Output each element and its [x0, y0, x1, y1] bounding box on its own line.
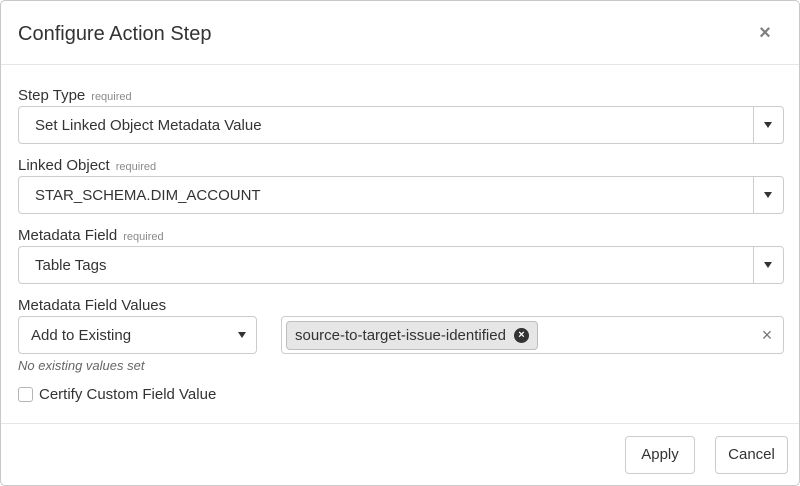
step-type-dropdown-toggle[interactable]	[753, 107, 783, 143]
required-indicator: required	[91, 91, 132, 103]
chevron-down-icon	[238, 332, 246, 338]
linked-object-label: Linked Object required	[18, 157, 156, 174]
linked-object-label-text: Linked Object	[18, 157, 110, 174]
remove-tag-icon[interactable]: ×	[513, 328, 529, 343]
metadata-field-values-label: Metadata Field Values	[18, 297, 167, 314]
step-type-value: Set Linked Object Metadata Value	[35, 117, 262, 134]
value-tag: source-to-target-issue-identified ×	[286, 321, 538, 350]
linked-object-dropdown-toggle[interactable]	[753, 177, 783, 213]
dialog-footer: Apply Cancel	[1, 423, 799, 485]
metadata-field-select[interactable]: Table Tags	[18, 246, 784, 284]
linked-object-select[interactable]: STAR_SCHEMA.DIM_ACCOUNT	[18, 176, 784, 214]
cancel-button[interactable]: Cancel	[715, 436, 788, 474]
apply-button[interactable]: Apply	[625, 436, 695, 474]
chevron-down-icon	[764, 262, 772, 268]
certify-checkbox[interactable]	[18, 387, 33, 402]
certify-row: Certify Custom Field Value	[18, 386, 216, 403]
chevron-down-icon	[764, 122, 772, 128]
close-icon[interactable]: ×	[756, 22, 774, 44]
required-indicator: required	[115, 161, 157, 173]
certify-checkbox-label[interactable]: Certify Custom Field Value	[39, 386, 216, 403]
dialog-title: Configure Action Step	[18, 23, 212, 45]
step-type-label: Step Type required	[18, 87, 132, 104]
dialog-header: Configure Action Step ×	[1, 1, 799, 65]
values-mode-value: Add to Existing	[31, 327, 132, 344]
metadata-field-label: Metadata Field required	[18, 227, 164, 244]
metadata-field-value: Table Tags	[35, 257, 107, 274]
metadata-field-label-text: Metadata Field	[18, 227, 118, 244]
required-indicator: required	[123, 231, 164, 243]
configure-action-step-dialog: Configure Action Step × Step Type require…	[0, 0, 800, 486]
step-type-select[interactable]: Set Linked Object Metadata Value	[18, 106, 784, 144]
step-type-label-text: Step Type	[18, 87, 86, 104]
chevron-down-icon	[764, 192, 772, 198]
no-existing-values-hint: No existing values set	[18, 358, 145, 373]
metadata-field-dropdown-toggle[interactable]	[753, 247, 783, 283]
values-mode-select[interactable]: Add to Existing	[18, 316, 257, 354]
field-values-tag-input[interactable]: source-to-target-issue-identified × ×	[281, 316, 784, 354]
clear-icon[interactable]: ×	[759, 325, 775, 345]
linked-object-value: STAR_SCHEMA.DIM_ACCOUNT	[35, 187, 261, 204]
value-tag-label: source-to-target-issue-identified	[295, 327, 506, 344]
